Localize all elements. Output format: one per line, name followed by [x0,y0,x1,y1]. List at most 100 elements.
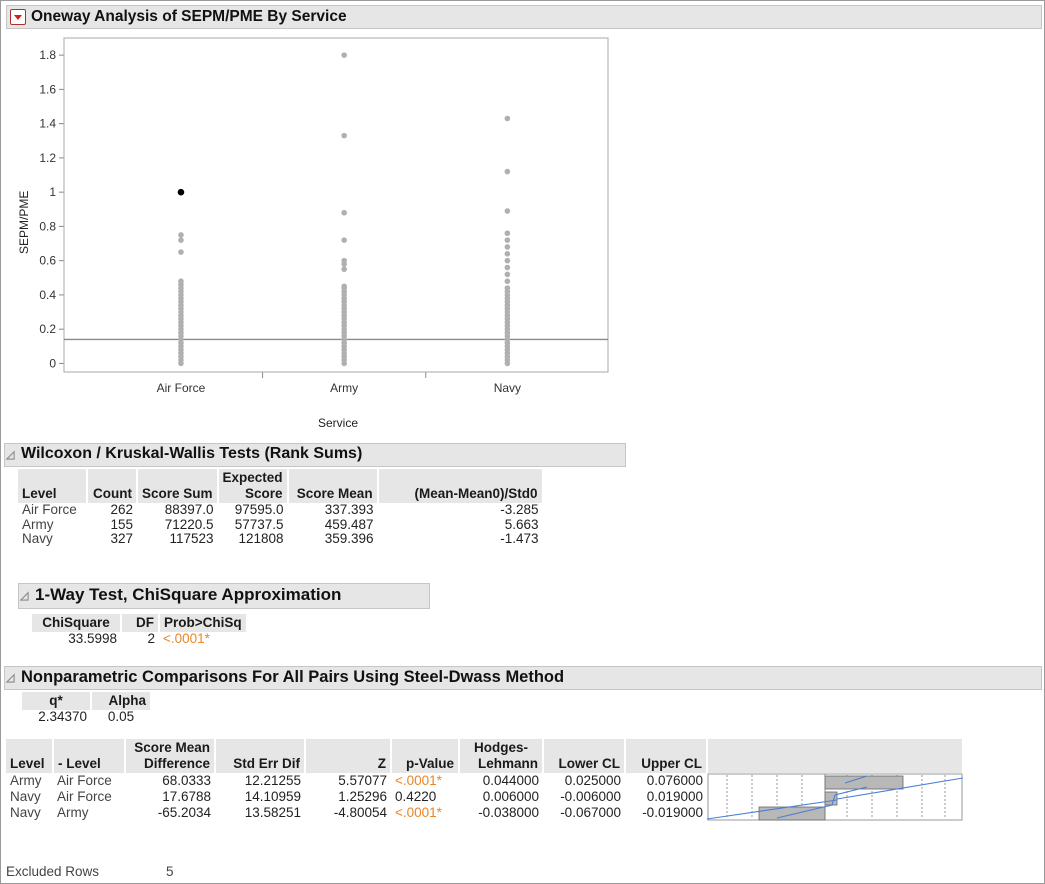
cell: 13.58251 [244,804,301,820]
y-tick-label: 0.6 [39,254,56,268]
prob-value: <.0001* [163,631,210,646]
cell: 117523 [169,531,214,547]
data-point[interactable] [178,249,184,255]
nonparametric-title: Nonparametric Comparisons For All Pairs … [21,668,565,686]
x-axis-title: Service [318,416,358,430]
cell: Army [22,516,54,532]
collapse-triangle-icon[interactable]: ◿ [20,589,28,602]
cell: 121808 [238,531,284,547]
y-axis-title: SEPM/PME [17,191,31,254]
data-point[interactable] [504,251,511,257]
x-tick-label: Army [330,381,358,395]
diff-bar [824,791,838,806]
col-bar-chart [707,739,964,773]
diff-bar [824,775,904,790]
col-score-mean-diff: Score Mean Difference [125,739,216,773]
cell: -1.473 [500,531,539,547]
cell: 327 [110,531,133,547]
wilcoxon-title: Wilcoxon / Kruskal-Wallis Tests (Rank Su… [21,445,363,462]
data-point[interactable] [504,115,511,122]
p-value-cell: 0.4220 [395,788,437,804]
col-level: Level [18,469,88,503]
cell: 71220.5 [164,516,214,532]
data-point[interactable] [504,208,511,214]
col-expected-score: Expected Score [217,469,289,503]
cell: 0.044000 [482,772,539,788]
data-point[interactable] [341,266,347,273]
oneway-analysis-header[interactable]: Oneway Analysis of SEPM/PME By Service [6,5,1042,29]
nonparametric-section-header[interactable]: ◿ Nonparametric Comparisons For All Pair… [4,666,1042,690]
red-triangle-menu-icon[interactable] [10,9,26,25]
cell: 0.076000 [646,772,703,788]
df-value: 2 [147,631,155,646]
x-tick-label: Air Force [157,381,206,395]
data-point[interactable] [504,168,511,175]
data-point[interactable] [504,230,511,237]
cell: 459.487 [324,516,374,532]
data-point[interactable] [178,360,184,367]
cell: 262 [110,502,133,517]
cell: 57737.5 [234,516,284,532]
cell: 0.006000 [482,788,539,804]
cell: 12.21255 [244,772,301,788]
cell: Navy [22,531,53,547]
col-score-mean: Score Mean [287,469,379,503]
y-tick-label: 1.2 [39,151,56,165]
col-score-sum: Score Sum [137,469,219,503]
col-chisquare: ChiSquare [32,614,122,632]
cell: 155 [110,516,133,532]
data-point[interactable] [178,232,184,238]
data-point[interactable] [178,237,184,243]
y-tick-label: 0.8 [39,219,56,233]
data-point[interactable] [504,257,511,264]
chisquare-value: 33.5998 [68,631,117,646]
data-point[interactable] [504,360,511,367]
cell: -0.067000 [560,804,621,820]
data-point[interactable] [341,209,347,216]
cell: Navy [10,788,41,804]
cell: 68.0333 [162,772,211,788]
data-point[interactable] [341,261,347,267]
wilcoxon-section-header[interactable]: ◿ Wilcoxon / Kruskal-Wallis Tests (Rank … [4,443,626,467]
cell: 5.663 [504,516,539,532]
collapse-triangle-icon[interactable]: ◿ [6,671,14,684]
cell: -0.038000 [478,804,539,820]
col-q: q* [22,692,92,710]
cell: -3.285 [500,502,539,517]
data-point[interactable] [504,271,511,278]
y-tick-label: 0 [49,356,56,370]
cell: -65.2034 [157,804,211,820]
data-point[interactable] [504,278,511,285]
oneway-test-title: 1-Way Test, ChiSquare Approximation [35,585,342,604]
data-point[interactable] [504,237,511,243]
table-row: Air Force 262 88397.0 97595.0 337.393 -3… [18,502,543,518]
cell: 97595.0 [234,502,284,517]
cell: 359.396 [324,531,374,547]
cell: -4.80054 [333,804,387,820]
col-hodges-lehmann: Hodges- Lehmann [459,739,544,773]
p-value-cell: <.0001* [395,772,442,788]
y-tick-label: 1.6 [39,82,56,96]
cell: -0.006000 [560,788,621,804]
cell: -0.019000 [642,804,703,820]
data-point[interactable] [504,244,511,250]
y-tick-label: 1.8 [39,48,56,62]
col-std: (Mean-Mean0)/Std0 [377,469,544,503]
wilcoxon-table: Level Count Score Sum Expected Score Sco… [18,469,544,547]
cell: Air Force [22,502,77,517]
data-point[interactable] [341,360,347,367]
data-point[interactable] [504,264,511,271]
selected-data-point[interactable] [177,188,185,196]
y-tick-label: 1.4 [39,117,56,131]
data-point[interactable] [341,132,347,139]
col-lower-cl: Lower CL [543,739,626,773]
data-point[interactable] [341,237,347,243]
cell: 88397.0 [164,502,214,517]
oneway-scatter-plot[interactable]: 0 0.2 0.4 0.6 0.8 1 1.2 1.4 1.6 1.8 Air Force Army N… [8,32,618,444]
collapse-triangle-icon[interactable]: ◿ [6,448,14,461]
col-upper-cl: Upper CL [625,739,708,773]
oneway-test-header[interactable]: ◿ 1-Way Test, ChiSquare Approximation [18,583,430,609]
table-row: 33.5998 2 <.0001* [32,631,247,647]
data-point[interactable] [341,52,347,58]
y-tick-label: 0.2 [39,322,56,336]
